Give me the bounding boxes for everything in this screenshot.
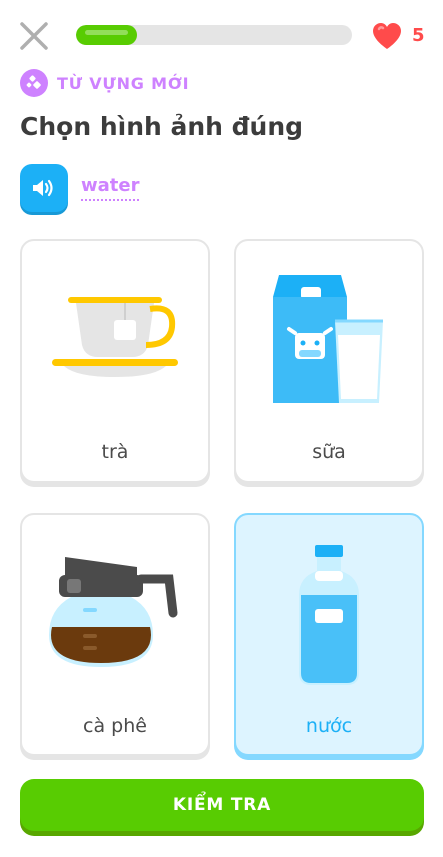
- page-title: Chọn hình ảnh đúng: [20, 112, 304, 141]
- milk-carton-icon: [236, 273, 422, 405]
- hearts-count: 5: [412, 25, 425, 46]
- check-button-label: KIỂM TRA: [172, 795, 272, 815]
- option-label: trà: [101, 441, 129, 463]
- option-label: sữa: [312, 441, 346, 463]
- speaker-button[interactable]: [20, 164, 68, 212]
- option-card-tea[interactable]: trà: [20, 239, 210, 483]
- coffee-pot-icon: [22, 555, 208, 675]
- tea-cup-icon: [22, 293, 208, 383]
- top-bar: 5: [0, 0, 443, 70]
- new-word-badge: TỪ VỰNG MỚI: [20, 69, 189, 97]
- check-button[interactable]: KIỂM TRA: [20, 779, 424, 831]
- heart-icon: [371, 21, 403, 51]
- option-label: cà phê: [83, 715, 147, 737]
- progress-bar: [76, 25, 352, 45]
- hearts-counter[interactable]: 5: [371, 21, 431, 51]
- progress-fill: [76, 25, 137, 45]
- prompt-word[interactable]: water: [81, 175, 140, 201]
- prompt-word-row: water: [20, 164, 140, 212]
- option-label: nước: [305, 715, 353, 737]
- option-card-milk[interactable]: sữa: [234, 239, 424, 483]
- water-bottle-icon: [236, 543, 422, 687]
- option-card-coffee[interactable]: cà phê: [20, 513, 210, 756]
- new-word-icon: [20, 69, 48, 97]
- close-icon[interactable]: [17, 19, 51, 53]
- speaker-icon: [33, 179, 53, 197]
- option-card-water[interactable]: nước: [234, 513, 424, 756]
- new-word-label: TỪ VỰNG MỚI: [57, 73, 190, 93]
